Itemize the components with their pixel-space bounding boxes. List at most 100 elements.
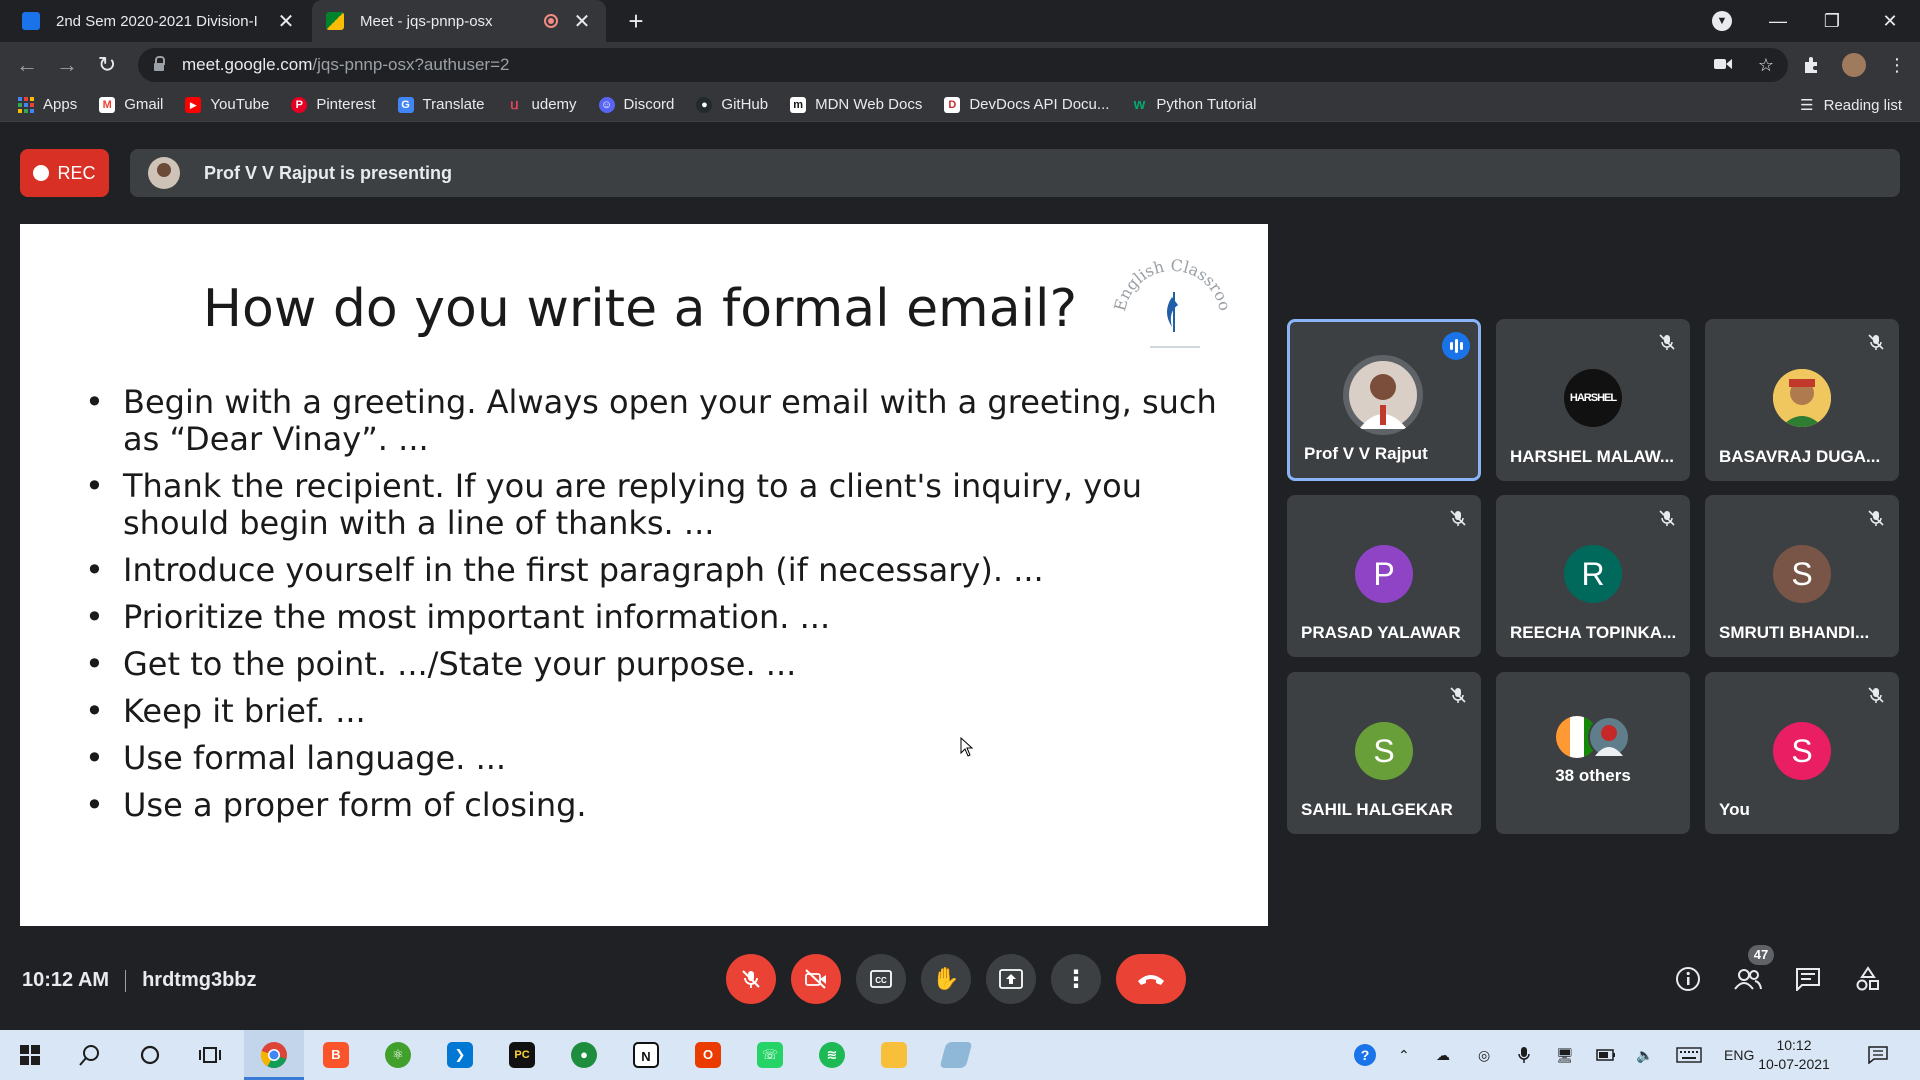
more-options-button[interactable]: ⋮ bbox=[1051, 954, 1101, 1004]
keyboard-icon[interactable] bbox=[1676, 1030, 1702, 1080]
taskbar-maps[interactable]: ● bbox=[568, 1039, 600, 1071]
meeting-details-button[interactable] bbox=[1672, 963, 1704, 995]
captions-button[interactable]: CC bbox=[856, 954, 906, 1004]
participant-avatar: S bbox=[1773, 545, 1831, 603]
microphone-tray-icon[interactable] bbox=[1518, 1030, 1530, 1080]
help-icon[interactable]: ? bbox=[1354, 1030, 1376, 1080]
bookmark-star-icon[interactable]: ☆ bbox=[1758, 55, 1774, 76]
activities-button[interactable] bbox=[1852, 963, 1884, 995]
discord-icon: ☺ bbox=[598, 96, 615, 113]
bookmark-python-tutorial[interactable]: w Python Tutorial bbox=[1131, 96, 1257, 113]
reload-button[interactable]: ↻ bbox=[92, 50, 122, 80]
pycharm-icon: PC bbox=[509, 1042, 535, 1068]
bookmark-pinterest[interactable]: P Pinterest bbox=[291, 96, 376, 113]
present-now-button[interactable] bbox=[986, 954, 1036, 1004]
slide-bullet-list: Begin with a greeting. Always open your … bbox=[85, 384, 1225, 834]
extensions-icon[interactable] bbox=[1802, 50, 1822, 80]
input-language[interactable]: ENG bbox=[1724, 1030, 1754, 1080]
new-tab-button[interactable]: + bbox=[622, 8, 650, 36]
participant-tile[interactable]: BASAVRAJ DUGA... bbox=[1705, 319, 1899, 481]
forward-button[interactable]: → bbox=[52, 50, 82, 80]
participant-avatar: S bbox=[1355, 722, 1413, 780]
taskbar-app[interactable] bbox=[939, 1039, 973, 1071]
taskbar-spotify[interactable]: ≋ bbox=[816, 1039, 848, 1071]
taskbar-vscode[interactable]: ❯ bbox=[444, 1039, 476, 1071]
leave-call-button[interactable] bbox=[1116, 954, 1186, 1004]
microphone-toggle-button[interactable] bbox=[726, 954, 776, 1004]
participant-name: Prof V V Rajput bbox=[1304, 444, 1428, 463]
speaking-indicator-icon bbox=[1442, 332, 1470, 360]
udemy-icon: ᥙ bbox=[510, 95, 519, 113]
onedrive-icon[interactable]: ☁ bbox=[1436, 1030, 1450, 1080]
show-hidden-icons-button[interactable]: ⌃ bbox=[1398, 1030, 1410, 1080]
others-count-label: 38 others bbox=[1555, 766, 1631, 785]
battery-icon[interactable] bbox=[1596, 1030, 1616, 1080]
participant-tile[interactable]: HARSHEL HARSHEL MALAW... bbox=[1496, 319, 1690, 481]
camera-in-use-icon[interactable] bbox=[1713, 55, 1732, 76]
taskbar-pycharm[interactable]: PC bbox=[506, 1039, 538, 1071]
participant-name: HARSHEL MALAW... bbox=[1510, 447, 1675, 466]
bookmark-translate[interactable]: G Translate bbox=[397, 96, 485, 113]
camera-toggle-button[interactable] bbox=[791, 954, 841, 1004]
task-view-icon bbox=[199, 1047, 221, 1063]
close-window-button[interactable]: ✕ bbox=[1872, 4, 1908, 38]
system-clock[interactable]: 10:12 10-07-2021 bbox=[1754, 1036, 1834, 1074]
taskbar-file-explorer[interactable] bbox=[878, 1039, 910, 1071]
browser-tab-strip: 2nd Sem 2020-2021 Division-I ✕ Meet - jq… bbox=[0, 0, 1920, 42]
task-view-button[interactable] bbox=[194, 1039, 226, 1071]
close-tab-icon[interactable]: ✕ bbox=[276, 9, 296, 34]
bookmark-devdocs[interactable]: D DevDocs API Docu... bbox=[944, 96, 1109, 113]
bookmark-mdn[interactable]: m MDN Web Docs bbox=[790, 96, 922, 113]
taskbar-brave[interactable]: B bbox=[320, 1039, 352, 1071]
recording-button[interactable]: REC bbox=[20, 149, 109, 197]
taskbar-notion[interactable]: N bbox=[630, 1039, 662, 1071]
windows-taskbar: B ⚛ ❯ PC ● N O ☏ ≋ ? ⌃ ☁ ◎ 🖥 🔈 ENG 10:12… bbox=[0, 1030, 1920, 1080]
bookmark-label: DevDocs API Docu... bbox=[969, 96, 1110, 113]
cortana-button[interactable] bbox=[134, 1039, 166, 1071]
reading-list-button[interactable]: ☰ Reading list bbox=[1800, 88, 1902, 122]
close-tab-icon[interactable]: ✕ bbox=[572, 9, 592, 34]
hang-up-icon bbox=[1138, 975, 1164, 985]
chat-button[interactable] bbox=[1792, 963, 1824, 995]
bookmark-github[interactable]: ● GitHub bbox=[696, 96, 768, 113]
meeting-time: 10:12 AM bbox=[22, 969, 110, 991]
bookmark-youtube[interactable]: ▶ YouTube bbox=[185, 96, 269, 113]
tab-classroom[interactable]: 2nd Sem 2020-2021 Division-I ✕ bbox=[8, 0, 310, 42]
participant-tile[interactable]: S SAHIL HALGEKAR bbox=[1287, 672, 1481, 834]
participant-tile[interactable]: S SMRUTI BHANDI... bbox=[1705, 495, 1899, 657]
tab-meet[interactable]: Meet - jqs-pnnp-osx ✕ bbox=[312, 0, 606, 42]
self-tile[interactable]: S You bbox=[1705, 672, 1899, 834]
profile-avatar[interactable] bbox=[1842, 50, 1866, 80]
people-icon bbox=[1734, 969, 1762, 990]
bookmark-apps[interactable]: Apps bbox=[18, 96, 77, 113]
taskbar-office[interactable]: O bbox=[692, 1039, 724, 1071]
participant-tile[interactable]: R REECHA TOPINKA... bbox=[1496, 495, 1690, 657]
menu-kebab-icon[interactable]: ⋮ bbox=[1888, 50, 1906, 80]
participants-button[interactable] bbox=[1732, 963, 1764, 995]
address-bar[interactable]: meet.google.com/jqs-pnnp-osx?authuser=2 … bbox=[138, 48, 1788, 82]
notifications-icon[interactable] bbox=[1868, 1030, 1888, 1080]
taskbar-whatsapp[interactable]: ☏ bbox=[754, 1039, 786, 1071]
back-button[interactable]: ← bbox=[12, 50, 42, 80]
start-button[interactable] bbox=[14, 1039, 46, 1071]
volume-icon[interactable]: 🔈 bbox=[1636, 1030, 1653, 1080]
system-date: 10-07-2021 bbox=[1758, 1056, 1830, 1072]
minimize-button[interactable]: — bbox=[1760, 4, 1796, 38]
bookmark-udemy[interactable]: ᥙ udemy bbox=[507, 95, 576, 113]
raise-hand-button[interactable]: ✋ bbox=[921, 954, 971, 1004]
bookmark-gmail[interactable]: M Gmail bbox=[99, 96, 163, 113]
hand-icon: ✋ bbox=[932, 966, 960, 991]
taskbar-chrome[interactable] bbox=[258, 1039, 290, 1071]
search-button[interactable] bbox=[74, 1039, 106, 1071]
webcam-icon[interactable]: ◎ bbox=[1478, 1030, 1490, 1080]
network-icon[interactable]: 🖥 bbox=[1556, 1030, 1574, 1080]
bookmark-discord[interactable]: ☺ Discord bbox=[598, 96, 674, 113]
participant-tile[interactable]: Prof V V Rajput bbox=[1287, 319, 1481, 481]
taskbar-atom[interactable]: ⚛ bbox=[382, 1039, 414, 1071]
slide-title: How do you write a formal email? bbox=[202, 279, 1078, 339]
participant-tile[interactable]: P PRASAD YALAWAR bbox=[1287, 495, 1481, 657]
restore-button[interactable]: ❐ bbox=[1814, 4, 1850, 38]
chat-icon bbox=[1796, 968, 1820, 991]
others-tile[interactable]: 38 others bbox=[1496, 672, 1690, 834]
tab-search-icon[interactable]: ▼ bbox=[1712, 11, 1732, 31]
